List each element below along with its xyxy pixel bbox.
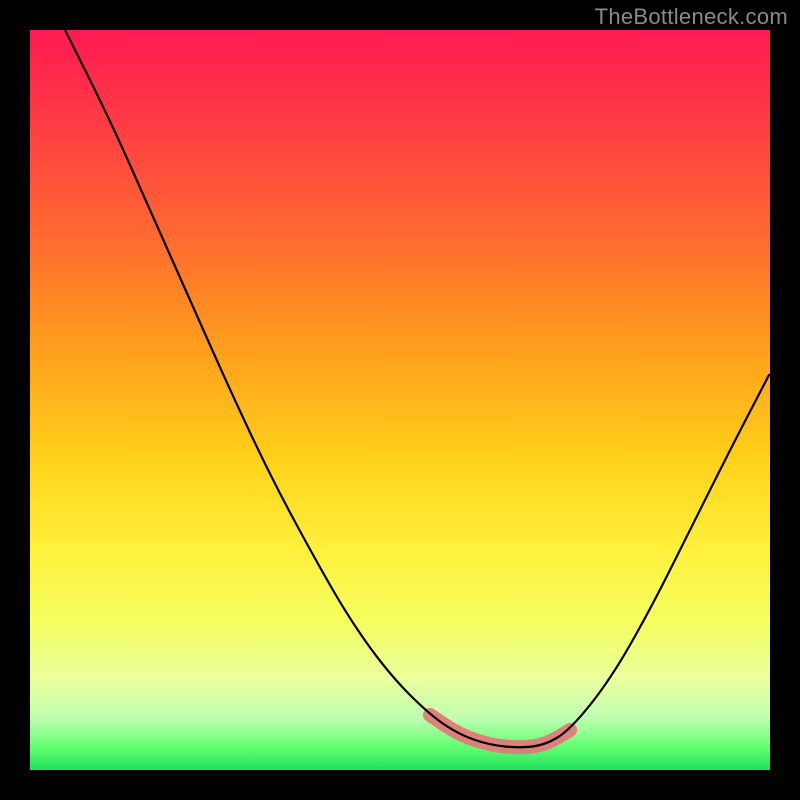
curve-svg: [30, 30, 770, 770]
chart-frame: TheBottleneck.com: [0, 0, 800, 800]
watermark-text: TheBottleneck.com: [595, 4, 788, 30]
bottleneck-curve: [65, 30, 769, 747]
plot-area: [30, 30, 770, 770]
